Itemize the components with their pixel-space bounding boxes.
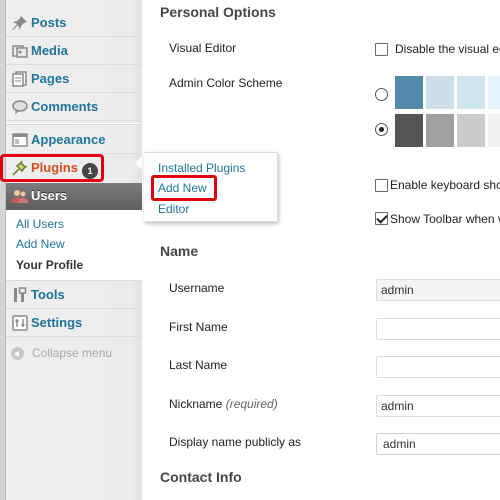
tools-icon xyxy=(12,287,28,303)
sidebar-item-label: Settings xyxy=(31,315,83,330)
sidebar-item-label: Appearance xyxy=(31,132,106,147)
users-icon xyxy=(12,188,28,204)
flyout-installed-plugins[interactable]: Installed Plugins xyxy=(158,161,245,175)
profile-form: Personal Options Visual Editor Disable t… xyxy=(142,0,500,500)
appearance-icon xyxy=(12,132,28,148)
section-heading-personal-options: Personal Options xyxy=(160,4,276,20)
last-name-field[interactable] xyxy=(376,356,500,378)
separator xyxy=(6,124,142,125)
keyboard-shortcuts-checkbox[interactable] xyxy=(375,179,388,192)
sidebar-item-settings[interactable]: Settings xyxy=(6,309,142,337)
color-swatch xyxy=(488,114,500,147)
username-label: Username xyxy=(169,281,225,295)
visual-editor-label: Visual Editor xyxy=(169,41,237,55)
last-name-label: Last Name xyxy=(169,358,228,372)
display-name-selected-value: admin xyxy=(383,437,416,451)
sidebar-item-users[interactable]: Users xyxy=(6,183,142,210)
display-name-label: Display name publicly as xyxy=(169,435,302,449)
plugins-highlight-box xyxy=(0,154,104,182)
disable-visual-editor-checkbox[interactable] xyxy=(375,43,388,56)
section-heading-contact-info: Contact Info xyxy=(160,469,242,485)
section-heading-name: Name xyxy=(160,243,199,259)
sidebar-item-appearance[interactable]: Appearance xyxy=(6,126,142,154)
nickname-field[interactable] xyxy=(376,395,500,417)
pushpin-icon xyxy=(12,15,28,31)
settings-icon xyxy=(12,315,28,331)
sidebar-item-comments[interactable]: Comments xyxy=(6,93,142,121)
sidebar-item-media[interactable]: Media xyxy=(6,37,142,65)
flyout-editor[interactable]: Editor xyxy=(158,202,189,216)
display-name-select[interactable]: admin xyxy=(376,433,500,455)
media-icon xyxy=(12,43,28,59)
color-swatch xyxy=(395,76,423,109)
username-field[interactable] xyxy=(376,279,500,301)
admin-color-scheme-label: Admin Color Scheme xyxy=(169,76,283,90)
separator xyxy=(6,336,142,337)
color-swatch xyxy=(457,114,485,147)
submenu-your-profile[interactable]: Your Profile xyxy=(16,258,83,272)
first-name-field[interactable] xyxy=(376,318,500,340)
disable-visual-editor-label: Disable the visual ec xyxy=(395,42,500,56)
admin-sidebar: Posts Media Pages Comments Appearance Pl… xyxy=(6,0,142,500)
sidebar-item-label: Tools xyxy=(31,287,65,302)
comment-icon xyxy=(12,99,28,115)
nickname-label-text: Nickname xyxy=(169,397,223,411)
collapse-menu-label: Collapse menu xyxy=(32,346,113,360)
add-new-highlight-box xyxy=(151,175,217,201)
keyboard-shortcuts-label: Enable keyboard shor xyxy=(390,178,500,192)
color-swatch xyxy=(426,76,454,109)
show-toolbar-label: Show Toolbar when v xyxy=(390,212,500,226)
nickname-label: Nickname (required) xyxy=(169,397,278,411)
users-submenu: All Users Add New Your Profile xyxy=(6,210,142,281)
sidebar-item-pages[interactable]: Pages xyxy=(6,65,142,93)
color-scheme-gray-radio[interactable] xyxy=(375,123,388,136)
sidebar-item-label: Comments xyxy=(31,99,99,114)
pages-icon xyxy=(12,71,28,87)
color-scheme-blue-radio[interactable] xyxy=(375,88,388,101)
sidebar-item-tools[interactable]: Tools xyxy=(6,281,142,309)
color-swatch xyxy=(395,114,423,147)
sidebar-item-label: Users xyxy=(31,188,68,203)
color-swatch xyxy=(426,114,454,147)
sidebar-item-label: Pages xyxy=(31,71,70,86)
collapse-arrow-icon xyxy=(11,347,24,360)
sidebar-item-label: Posts xyxy=(31,15,67,30)
required-marker: (required) xyxy=(225,397,278,411)
first-name-label: First Name xyxy=(169,320,228,334)
show-toolbar-checkbox[interactable] xyxy=(375,212,388,225)
submenu-all-users[interactable]: All Users xyxy=(16,217,64,231)
sidebar-item-label: Media xyxy=(31,43,68,58)
color-swatch xyxy=(488,76,500,109)
color-swatch xyxy=(457,76,485,109)
submenu-add-new-user[interactable]: Add New xyxy=(16,237,65,251)
sidebar-item-posts[interactable]: Posts xyxy=(6,9,142,37)
separator xyxy=(6,120,142,121)
flyout-pointer xyxy=(135,154,144,172)
